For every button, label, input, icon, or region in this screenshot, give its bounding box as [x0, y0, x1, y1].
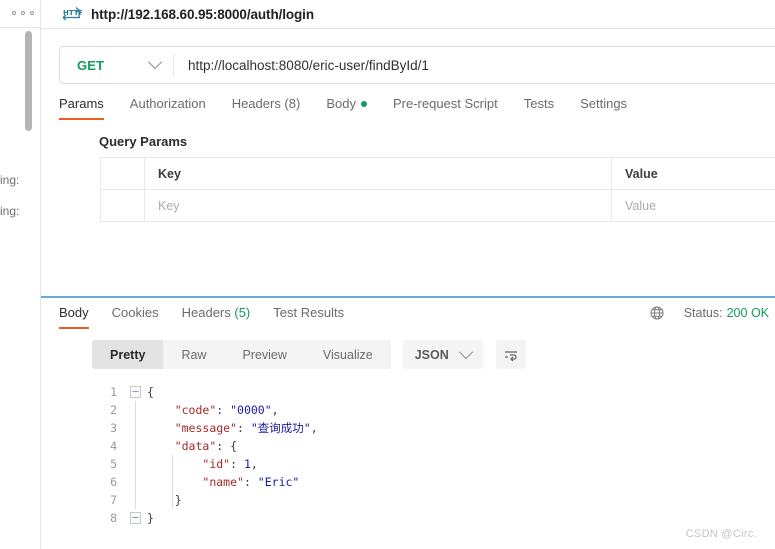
view-mode-visualize[interactable]: Visualize	[305, 340, 391, 369]
response-format-label: JSON	[414, 347, 449, 362]
response-format-select[interactable]: JSON	[402, 340, 483, 369]
view-mode-raw[interactable]: Raw	[163, 340, 224, 369]
table-row[interactable]: Key Value	[101, 190, 775, 222]
code-line: "message": "查询成功",	[174, 421, 318, 435]
code-line-number: 4	[110, 439, 117, 453]
row-checkbox-cell[interactable]	[101, 190, 145, 221]
tab-response-headers-label: Headers	[181, 305, 231, 320]
tab-settings-label: Settings	[580, 96, 628, 111]
tab-response-body[interactable]: Body	[59, 305, 89, 329]
tab-tests[interactable]: Tests	[524, 96, 554, 120]
tab-pre-request-script[interactable]: Pre-request Script	[393, 96, 498, 120]
code-fold-column: – –	[126, 383, 147, 527]
watermark: CSDN @Circ.	[685, 528, 757, 540]
tab-response-cookies[interactable]: Cookies	[112, 305, 159, 329]
tab-test-results[interactable]: Test Results	[273, 305, 344, 329]
tab-body[interactable]: Body	[326, 96, 367, 120]
chevron-down-icon	[458, 344, 473, 359]
tab-params-label: Params	[59, 96, 104, 111]
code-fold-toggle-line-1[interactable]: –	[130, 386, 141, 398]
request-url-bar: GET http://localhost:8080/eric-user/find…	[59, 46, 775, 84]
view-mode-preview-label: Preview	[242, 347, 287, 362]
tab-authorization-label: Authorization	[129, 96, 206, 111]
http-method-label: GET	[77, 57, 105, 73]
sidebar-truncated-label-2: ing:	[0, 204, 20, 218]
code-line: }	[147, 511, 154, 525]
view-mode-pretty[interactable]: Pretty	[92, 340, 164, 369]
code-line-number: 6	[110, 475, 117, 489]
code-line: "name": "Eric"	[202, 475, 300, 489]
request-title-bar: HTTP http://192.168.60.95:8000/auth/logi…	[41, 0, 775, 29]
response-status-area: Status: 200 OK	[650, 306, 769, 320]
code-line: "data": {	[174, 439, 238, 453]
response-body-code-viewer[interactable]: 1 2 3 4 5 6 7 8 – – { "code": "0000", "message"…	[92, 383, 775, 527]
panel-splitter[interactable]	[41, 296, 775, 298]
body-modified-dot-icon	[360, 101, 367, 107]
column-header-value: Value	[625, 166, 658, 181]
request-tab-bar: Params Authorization Headers (8) Body Pr…	[59, 96, 775, 126]
code-fold-toggle-line-8[interactable]: –	[130, 512, 141, 524]
query-params-title: Query Params	[99, 134, 188, 149]
status-badge: 200 OK	[726, 306, 769, 320]
param-value-placeholder: Value	[625, 198, 657, 213]
main-panel: HTTP http://192.168.60.95:8000/auth/logi…	[41, 0, 775, 549]
table-header-checkbox-cell	[101, 158, 145, 189]
view-mode-preview[interactable]: Preview	[224, 340, 304, 369]
code-inner-indent-guide	[172, 455, 173, 509]
tab-test-results-label: Test Results	[273, 305, 345, 320]
tab-settings[interactable]: Settings	[580, 96, 627, 120]
http-protocol-icon: HTTP	[62, 6, 84, 22]
chevron-down-icon	[147, 55, 163, 70]
view-mode-visualize-label: Visualize	[322, 347, 373, 362]
query-params-table: Key Value Key Value	[100, 157, 775, 222]
tab-body-label: Body	[326, 96, 356, 111]
tab-response-body-label: Body	[59, 305, 89, 320]
code-line-number: 8	[110, 511, 117, 525]
more-horizontal-icon[interactable]	[12, 6, 34, 20]
table-header-row: Key Value	[101, 158, 775, 190]
code-line-number: 7	[110, 493, 117, 507]
tab-pre-request-script-label: Pre-request Script	[392, 96, 498, 111]
code-line: {	[147, 385, 154, 399]
response-tab-bar: Body Cookies Headers (5) Test Results	[59, 305, 367, 329]
tab-headers-label: Headers (8)	[231, 96, 301, 111]
column-header-key: Key	[158, 166, 181, 181]
page-title: http://192.168.60.95:8000/auth/login	[91, 6, 314, 22]
table-header-value-cell: Value	[612, 158, 775, 189]
response-view-toolbar: Pretty Raw Preview Visualize JSON	[92, 340, 526, 369]
http-method-select[interactable]: GET	[60, 47, 173, 83]
request-url-input[interactable]: http://localhost:8080/eric-user/findById…	[174, 47, 775, 83]
wrap-text-icon[interactable]	[495, 340, 526, 369]
tab-params[interactable]: Params	[59, 96, 104, 120]
code-line-numbers: 1 2 3 4 5 6 7 8	[92, 383, 126, 527]
left-rail: ing: ing:	[0, 0, 41, 549]
code-indent-guide	[135, 401, 136, 509]
code-line: }	[147, 493, 182, 507]
table-header-key-cell: Key	[145, 158, 612, 189]
tab-tests-label: Tests	[523, 96, 555, 111]
code-content: { "code": "0000", "message": "查询成功", "da…	[147, 383, 775, 527]
code-line-number: 1	[110, 385, 117, 399]
code-line-number: 3	[110, 421, 117, 435]
param-key-input[interactable]: Key	[145, 190, 612, 221]
tab-response-headers[interactable]: Headers (5)	[182, 305, 251, 329]
code-line: "code": "0000",	[174, 403, 279, 417]
tab-response-headers-count: (5)	[234, 305, 251, 320]
code-line-number: 5	[110, 457, 117, 471]
sidebar-scrollbar[interactable]	[25, 31, 32, 131]
code-line-number: 2	[110, 403, 117, 417]
param-value-input[interactable]: Value	[612, 190, 775, 221]
tab-authorization[interactable]: Authorization	[130, 96, 206, 120]
view-mode-pretty-label: Pretty	[110, 347, 146, 362]
param-key-placeholder: Key	[158, 198, 180, 213]
response-view-mode-group: Pretty Raw Preview Visualize	[92, 340, 391, 369]
globe-icon	[650, 306, 664, 320]
tab-headers[interactable]: Headers (8)	[232, 96, 301, 120]
sidebar-truncated-label-1: ing:	[0, 173, 20, 187]
tab-response-cookies-label: Cookies	[111, 305, 159, 320]
view-mode-raw-label: Raw	[181, 347, 207, 362]
status-label: Status:	[683, 306, 723, 320]
code-line: "id": 1,	[202, 457, 258, 471]
